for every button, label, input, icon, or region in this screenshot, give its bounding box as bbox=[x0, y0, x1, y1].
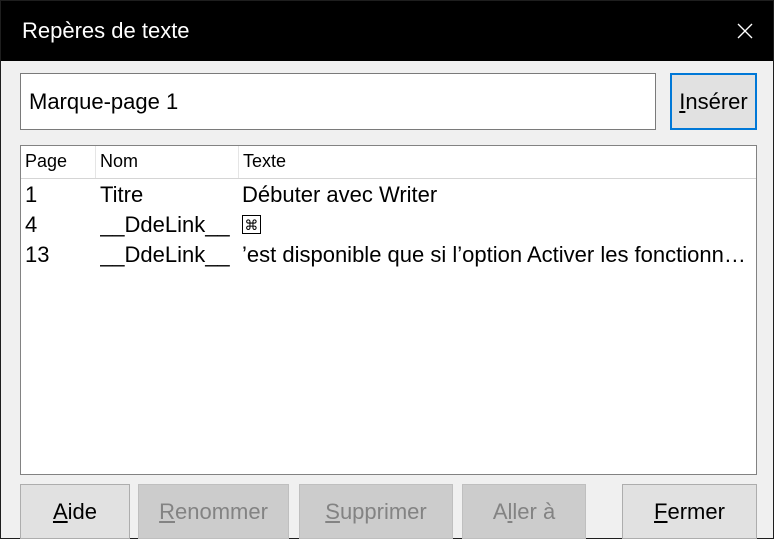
row-page: 1 bbox=[25, 182, 38, 207]
close-window-button[interactable] bbox=[717, 1, 773, 61]
row-name: __DdeLink__ bbox=[100, 242, 230, 267]
table-row[interactable]: 13 __DdeLink__ ’est disponible que si l’… bbox=[21, 240, 756, 270]
table-row[interactable]: 1 Titre Débuter avec Writer bbox=[21, 180, 756, 210]
delete-button-mnemonic: S bbox=[325, 498, 340, 524]
help-button-label: ide bbox=[67, 498, 98, 524]
close-icon bbox=[737, 23, 753, 39]
row-name: Titre bbox=[100, 182, 144, 207]
help-button-mnemonic: A bbox=[52, 498, 68, 524]
row-page: 4 bbox=[25, 212, 38, 237]
column-header-text[interactable]: Texte bbox=[239, 146, 756, 178]
row-text: ⌘ bbox=[242, 210, 754, 240]
dialog-title: Repères de texte bbox=[22, 18, 190, 43]
row-text: Débuter avec Writer bbox=[242, 182, 438, 207]
bookmark-name-input[interactable] bbox=[20, 73, 656, 130]
command-symbol-icon: ⌘ bbox=[242, 214, 261, 234]
insert-button[interactable]: Insérer bbox=[670, 73, 757, 130]
go-to-button-label: ler à bbox=[512, 498, 556, 524]
insert-button-label: nsérer bbox=[685, 88, 748, 114]
dialog-content: Insérer Page Nom Texte 1 Titre Débuter a… bbox=[1, 61, 773, 539]
rename-button-label: enommer bbox=[174, 498, 268, 524]
close-button-label: ermer bbox=[667, 498, 725, 524]
rename-button-mnemonic: R bbox=[159, 498, 175, 524]
list-header: Page Nom Texte bbox=[21, 146, 756, 179]
table-row[interactable]: 4 __DdeLink__ ⌘ bbox=[21, 210, 756, 240]
column-header-page[interactable]: Page bbox=[21, 146, 96, 178]
row-name: __DdeLink__ bbox=[100, 212, 230, 237]
delete-button[interactable]: Supprimer bbox=[299, 484, 453, 539]
rename-button[interactable]: Renommer bbox=[138, 484, 289, 539]
go-to-button[interactable]: Al ler à bbox=[462, 484, 586, 539]
bookmarks-dialog: Repères de texte Insérer Page Nom Texte … bbox=[0, 0, 774, 539]
close-button[interactable]: Fermer bbox=[622, 484, 757, 539]
bookmarks-list[interactable]: Page Nom Texte 1 Titre Débuter avec Writ… bbox=[20, 145, 757, 475]
row-page: 13 bbox=[25, 242, 50, 267]
go-to-button-label-start: A bbox=[492, 498, 508, 524]
help-button[interactable]: Aide bbox=[20, 484, 130, 539]
title-bar: Repères de texte bbox=[1, 1, 773, 61]
close-button-mnemonic: F bbox=[654, 498, 668, 524]
column-header-name[interactable]: Nom bbox=[96, 146, 239, 178]
row-text: ’est disponible que si l’option Activer … bbox=[242, 242, 754, 267]
delete-button-label: upprimer bbox=[339, 498, 427, 524]
